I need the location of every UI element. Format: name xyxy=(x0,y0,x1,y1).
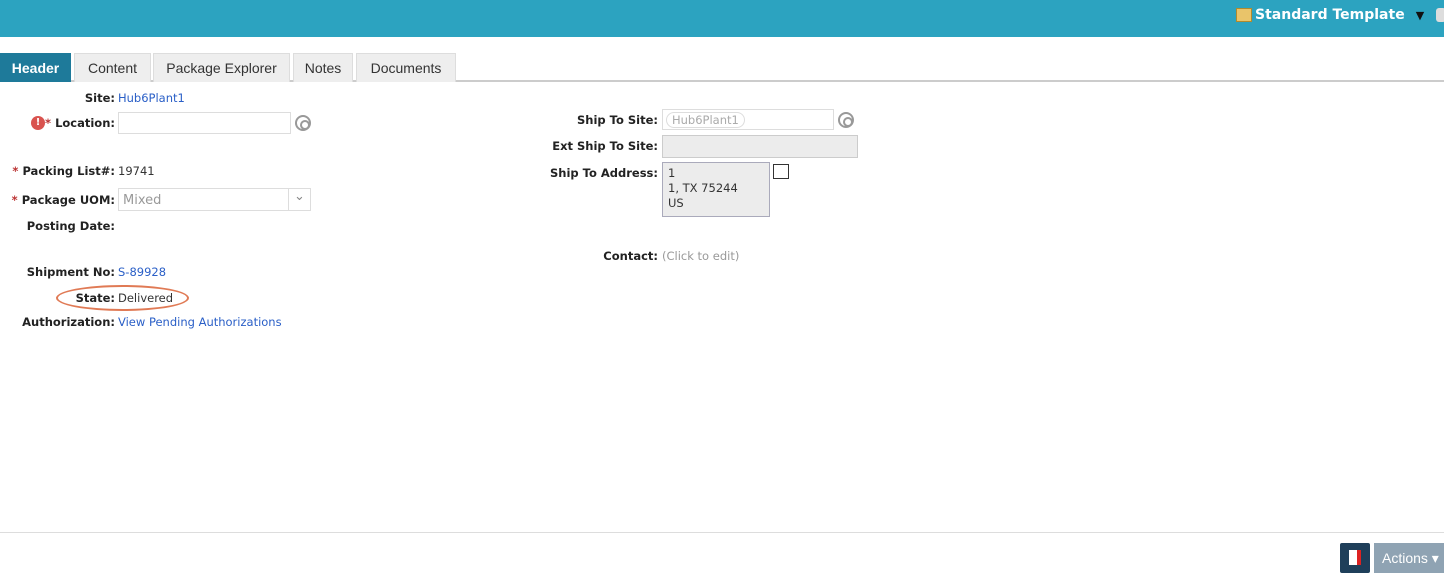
actions-button[interactable]: Actions ▾ xyxy=(1374,543,1444,573)
location-input[interactable] xyxy=(118,112,291,134)
required-icon: * xyxy=(45,116,56,130)
footer-divider xyxy=(0,532,1444,533)
error-icon: ! xyxy=(31,116,45,130)
top-bar: Standard Template ▼ xyxy=(0,0,1444,37)
address-line: 1, TX 75244 xyxy=(668,181,738,195)
tab-header[interactable]: Header xyxy=(0,53,71,82)
tab-bar: Header Content Package Explorer Notes Do… xyxy=(0,53,1444,82)
ship-to-site-label: Ship To Site: xyxy=(577,113,658,127)
view-pending-authorizations-link[interactable]: View Pending Authorizations xyxy=(118,315,282,329)
tab-package-explorer[interactable]: Package Explorer xyxy=(153,53,290,82)
shipment-label: Shipment No: xyxy=(26,265,115,279)
tab-documents[interactable]: Documents xyxy=(356,53,456,82)
package-uom-value: Mixed xyxy=(123,193,162,208)
location-label: Location: xyxy=(55,116,115,130)
chevron-down-icon: ⌄ xyxy=(288,189,310,210)
ship-to-site-lookup-icon[interactable] xyxy=(838,112,854,128)
package-uom-select[interactable]: Mixed ⌄ xyxy=(118,188,311,211)
ext-ship-to-site-label: Ext Ship To Site: xyxy=(552,139,658,153)
gear-icon[interactable] xyxy=(1436,8,1444,22)
caret-down-icon: ▼ xyxy=(1415,8,1425,22)
address-line: 1 xyxy=(668,166,676,180)
state-label: State: xyxy=(75,291,115,305)
state-value: Delivered xyxy=(118,291,174,305)
shipment-link[interactable]: S-89928 xyxy=(118,265,166,279)
template-name: Standard Template xyxy=(1255,7,1405,23)
pdf-icon xyxy=(1349,550,1361,565)
ship-to-address-box: 1 1, TX 75244 US xyxy=(662,162,770,217)
packing-list-value: 19741 xyxy=(118,164,155,178)
ext-ship-to-site-input[interactable] xyxy=(662,135,858,158)
site-label: Site: xyxy=(84,91,115,105)
tab-content[interactable]: Content xyxy=(74,53,151,82)
required-icon: * xyxy=(12,164,23,178)
ship-to-site-input[interactable]: Hub6Plant1 xyxy=(662,109,834,130)
ship-to-address-label: Ship To Address: xyxy=(550,166,658,180)
template-icon xyxy=(1236,8,1252,22)
site-link[interactable]: Hub6Plant1 xyxy=(118,91,185,105)
packing-list-label: Packing List#: xyxy=(22,164,115,178)
location-lookup-icon[interactable] xyxy=(295,115,311,131)
posting-date-label: Posting Date: xyxy=(26,219,115,233)
tab-notes[interactable]: Notes xyxy=(293,53,353,82)
authorization-label: Authorization: xyxy=(22,315,115,329)
ship-to-site-token: Hub6Plant1 xyxy=(666,112,745,128)
required-icon: * xyxy=(11,193,22,207)
template-selector[interactable]: Standard Template ▼ xyxy=(1236,7,1424,23)
address-line: US xyxy=(668,196,684,210)
contact-label: Contact: xyxy=(603,249,658,263)
edit-address-icon[interactable] xyxy=(773,164,789,179)
contact-edit-link[interactable]: (Click to edit) xyxy=(662,249,739,263)
package-uom-label: Package UOM: xyxy=(21,193,115,207)
pdf-export-button[interactable] xyxy=(1340,543,1370,573)
